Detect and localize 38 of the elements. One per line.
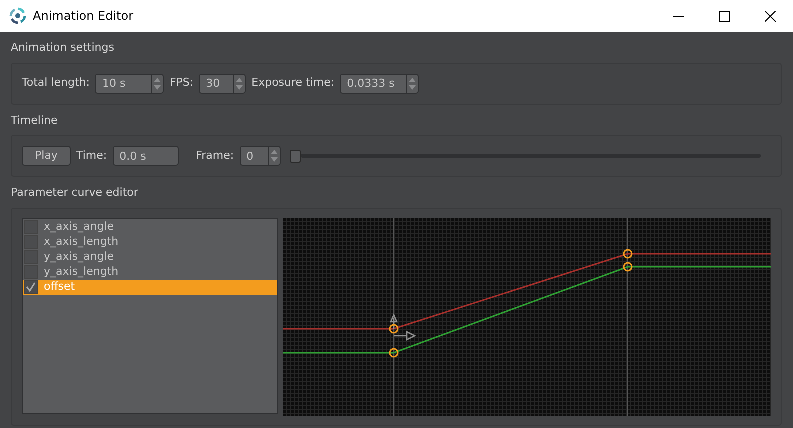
parameter-item[interactable]: y_axis_angle — [23, 250, 277, 264]
spinbox-field[interactable]: 10 s — [95, 74, 152, 94]
maximize-icon — [718, 10, 730, 22]
parameter-item[interactable]: x_axis_angle — [23, 220, 277, 234]
spinbox-field[interactable]: 0 — [240, 146, 268, 166]
spin-arrows-icon[interactable] — [235, 76, 244, 90]
parameter-item[interactable]: offset — [23, 280, 277, 294]
app-logo-icon — [9, 7, 27, 25]
group-title: Parameter curve editor — [10, 185, 140, 201]
keyframe-marker[interactable] — [388, 324, 398, 334]
spinbox-field[interactable]: 0.0333 s — [340, 74, 406, 94]
keyframe-marker[interactable] — [622, 262, 632, 272]
spin-arrows-icon[interactable] — [270, 149, 279, 163]
text-field[interactable]: 0.0 s — [112, 146, 179, 166]
spin-arrows-icon[interactable] — [153, 76, 162, 90]
parameter-item[interactable]: y_axis_length — [23, 264, 277, 280]
field-label: Total length: — [22, 75, 90, 92]
checkbox[interactable] — [24, 220, 38, 234]
parameter-item[interactable]: x_axis_length — [23, 234, 277, 250]
checkbox[interactable] — [24, 235, 38, 249]
keyframe-marker[interactable] — [388, 348, 398, 358]
keyframe-marker[interactable] — [622, 248, 632, 258]
field-label: Exposure time: — [252, 75, 335, 92]
slider-thumb[interactable] — [290, 150, 302, 162]
group-title: Animation settings — [10, 40, 116, 56]
spin-arrows-icon[interactable] — [408, 76, 418, 90]
checkbox[interactable] — [24, 250, 38, 264]
checkbox[interactable] — [24, 265, 38, 279]
field-label: FPS: — [170, 75, 194, 92]
play-button[interactable]: Play — [22, 146, 71, 166]
checkbox[interactable] — [24, 280, 38, 294]
window-title: Animation Editor — [33, 8, 134, 25]
field-label: Frame: — [196, 148, 234, 164]
group-title: Timeline — [10, 112, 59, 128]
move-gizmo-icon[interactable] — [390, 312, 416, 340]
close-icon — [764, 10, 776, 22]
field-label: Time: — [76, 148, 108, 164]
spinbox-field[interactable]: 30 — [199, 74, 234, 94]
